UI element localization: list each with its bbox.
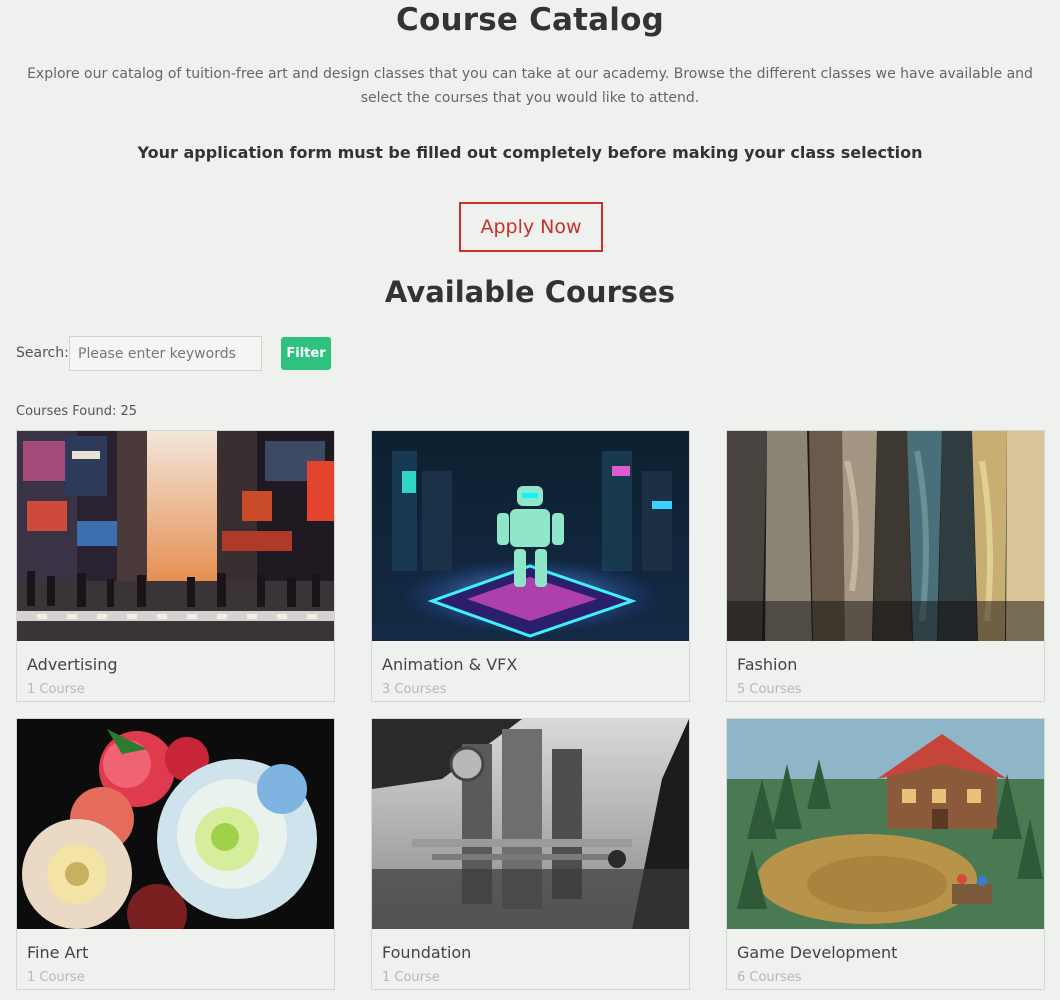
page-title: Course Catalog: [396, 2, 664, 38]
course-image[interactable]: [727, 719, 1044, 929]
course-image[interactable]: [17, 719, 334, 929]
intro-text: Explore our catalog of tuition-free art …: [27, 66, 1033, 106]
course-name[interactable]: Foundation: [382, 943, 471, 962]
course-count: 1 Course: [382, 970, 440, 985]
apply-now-button[interactable]: Apply Now: [459, 202, 603, 252]
course-count: 1 Course: [27, 682, 85, 697]
course-count: 1 Course: [27, 970, 85, 985]
course-count: 3 Courses: [382, 682, 447, 697]
section-title: Available Courses: [384, 275, 676, 309]
search-label: Search:: [16, 345, 69, 361]
course-card-foundation[interactable]: Foundation 1 Course: [371, 718, 690, 990]
course-name[interactable]: Advertising: [27, 655, 118, 674]
course-card-animation-vfx[interactable]: Animation & VFX 3 Courses: [371, 430, 690, 702]
course-image[interactable]: [727, 431, 1044, 641]
course-name[interactable]: Fashion: [737, 655, 797, 674]
course-name[interactable]: Animation & VFX: [382, 655, 517, 674]
course-image[interactable]: [372, 431, 689, 641]
course-name[interactable]: Game Development: [737, 943, 897, 962]
course-image[interactable]: [17, 431, 334, 641]
filter-button[interactable]: Filter: [281, 337, 331, 370]
course-card-fashion[interactable]: Fashion 5 Courses: [726, 430, 1045, 702]
course-card-fine-art[interactable]: Fine Art 1 Course: [16, 718, 335, 990]
course-count: 5 Courses: [737, 682, 802, 697]
course-card-game-development[interactable]: Game Development 6 Courses: [726, 718, 1045, 990]
search-input[interactable]: [69, 336, 262, 371]
courses-found-count: Courses Found: 25: [16, 404, 138, 419]
course-image[interactable]: [372, 719, 689, 929]
course-count: 6 Courses: [737, 970, 802, 985]
course-card-advertising[interactable]: Advertising 1 Course: [16, 430, 335, 702]
application-notice: Your application form must be filled out…: [137, 143, 923, 162]
course-name[interactable]: Fine Art: [27, 943, 88, 962]
